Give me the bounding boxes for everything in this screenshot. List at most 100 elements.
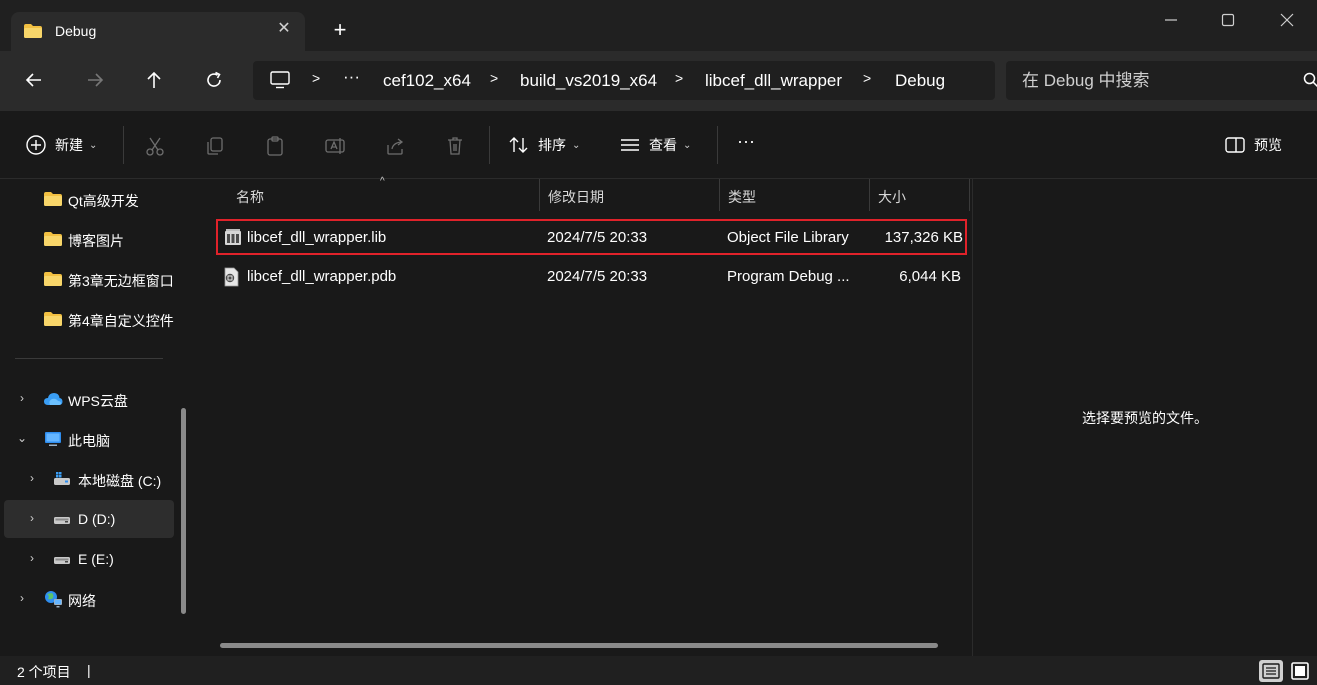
horizontal-scrollbar[interactable] (220, 643, 942, 648)
sort-button[interactable]: 排序 ⌄ (508, 133, 580, 157)
column-separator[interactable] (969, 179, 970, 211)
search-input[interactable] (1022, 69, 1292, 93)
preview-pane-button[interactable]: 预览 (1224, 133, 1282, 157)
close-icon[interactable]: ✕ (277, 21, 291, 37)
sidebar-item-chapter4[interactable]: 第4章自定义控件 (4, 300, 174, 338)
sidebar-item-this-pc[interactable]: ⌄ 此电脑 (4, 420, 174, 458)
toolbar-divider (489, 126, 490, 164)
breadcrumb-cef102-x64[interactable]: cef102_x64 (383, 71, 471, 91)
drive-icon (54, 517, 70, 524)
network-icon (45, 591, 62, 608)
forward-arrow-icon[interactable] (84, 69, 106, 91)
horizontal-scrollbar-thumb[interactable] (220, 643, 938, 648)
more-options-button[interactable]: ··· (737, 129, 755, 153)
chevron-right-icon[interactable]: › (16, 592, 28, 604)
column-header-size[interactable]: 大小 (870, 179, 968, 211)
details-view-icon[interactable] (1259, 660, 1283, 682)
breadcrumb-separator: > (863, 70, 872, 86)
preview-message: 选择要预览的文件。 (1082, 410, 1208, 426)
view-button[interactable]: 查看 ⌄ (619, 133, 691, 157)
file-type: Object File Library (727, 229, 849, 246)
status-separator: | (87, 662, 91, 678)
chevron-down-icon: ⌄ (572, 139, 581, 151)
new-button[interactable]: 新建 ⌄ (25, 133, 97, 157)
chevron-right-icon[interactable]: › (26, 512, 38, 524)
tab-debug[interactable]: Debug ✕ (11, 12, 305, 51)
toolbar-divider (717, 126, 718, 164)
view-label: 查看 (649, 137, 677, 153)
maximize-icon[interactable] (1217, 9, 1239, 31)
address-bar[interactable]: > ··· cef102_x64 > build_vs2019_x64 > li… (253, 61, 995, 100)
preview-pane: 选择要预览的文件。 (972, 179, 1317, 656)
refresh-icon[interactable] (203, 69, 225, 91)
sidebar-item-label: 此电脑 (68, 433, 110, 449)
sidebar-item-chapter3[interactable]: 第3章无边框窗口 (4, 260, 174, 298)
chevron-right-icon[interactable]: › (26, 552, 38, 564)
chevron-down-icon: ⌄ (683, 139, 692, 151)
cut-icon[interactable] (144, 135, 166, 157)
sidebar-scrollbar[interactable] (181, 408, 186, 614)
tiles-view-icon[interactable] (1288, 660, 1312, 682)
window-close-icon[interactable] (1276, 9, 1298, 31)
sort-icon (509, 137, 528, 153)
folder-icon (44, 192, 62, 206)
search-icon[interactable] (1303, 72, 1317, 88)
sidebar-item-blog-images[interactable]: 博客图片 (4, 220, 174, 258)
view-list-icon (621, 139, 639, 151)
back-arrow-icon[interactable] (23, 69, 45, 91)
sidebar-item-wps-cloud[interactable]: › WPS云盘 (4, 380, 174, 418)
breadcrumb-build-vs2019-x64[interactable]: build_vs2019_x64 (520, 71, 657, 91)
rename-icon[interactable] (324, 135, 346, 157)
sidebar-item-label: 第4章自定义控件 (68, 313, 174, 329)
copy-icon[interactable] (204, 135, 226, 157)
new-tab-button[interactable]: + (328, 19, 352, 41)
sidebar-item-drive-e[interactable]: › E (E:) (4, 540, 174, 578)
column-header-type[interactable]: 类型 (720, 179, 868, 211)
cloud-icon (44, 393, 63, 405)
system-drive-icon (54, 472, 70, 485)
table-row[interactable]: libcef_dll_wrapper.pdb 2024/7/5 20:33 Pr… (216, 260, 967, 296)
chevron-right-icon[interactable]: › (16, 392, 28, 404)
new-label: 新建 (55, 137, 83, 153)
sidebar-item-qt-advanced[interactable]: Qt高级开发 (4, 180, 174, 218)
command-bar: 新建 ⌄ 排序 ⌄ 查看 ⌄ ··· 预览 (0, 110, 1317, 179)
chevron-down-icon: ⌄ (89, 139, 98, 151)
sidebar-item-label: 第3章无边框窗口 (68, 273, 174, 289)
share-icon[interactable] (384, 135, 406, 157)
file-size: 137,326 KB (884, 229, 963, 246)
file-name: libcef_dll_wrapper.lib (247, 229, 387, 246)
breadcrumb-separator: > (675, 70, 684, 86)
table-row[interactable]: libcef_dll_wrapper.lib 2024/7/5 20:33 Ob… (216, 219, 967, 255)
navigation-pane: Qt高级开发 博客图片 第3章无边框窗口 第4章自定义控件 › WPS云盘 ⌄ … (0, 179, 196, 656)
sidebar-item-label: 博客图片 (68, 233, 124, 249)
file-name: libcef_dll_wrapper.pdb (247, 268, 397, 285)
library-file-icon (225, 229, 241, 245)
debug-file-icon (224, 267, 239, 287)
file-size: 6,044 KB (899, 268, 961, 285)
plus-circle-icon (26, 135, 46, 155)
folder-icon (44, 312, 62, 326)
sidebar-item-label: 本地磁盘 (C:) (78, 473, 162, 489)
item-count: 2 个项目 (17, 664, 71, 680)
breadcrumb-separator: > (490, 70, 499, 86)
paste-icon[interactable] (264, 135, 286, 157)
sidebar-item-label: 网络 (68, 593, 96, 609)
delete-icon[interactable] (444, 135, 466, 157)
sidebar-item-label: D (D:) (78, 511, 116, 527)
sidebar-item-drive-d[interactable]: › D (D:) (4, 500, 174, 538)
sidebar-divider (15, 358, 163, 359)
chevron-down-icon[interactable]: ⌄ (16, 432, 28, 444)
toolbar-divider (123, 126, 124, 164)
minimize-icon[interactable] (1160, 9, 1182, 31)
breadcrumb-overflow[interactable]: ··· (343, 67, 360, 87)
breadcrumb-debug[interactable]: Debug (895, 71, 945, 91)
sidebar-item-network[interactable]: › 网络 (4, 580, 174, 618)
folder-icon (44, 272, 62, 286)
navigation-bar: > ··· cef102_x64 > build_vs2019_x64 > li… (0, 51, 1317, 110)
column-header-name[interactable]: 名称 (228, 179, 538, 211)
sidebar-item-local-disk-c[interactable]: › 本地磁盘 (C:) (4, 460, 174, 498)
column-header-date[interactable]: 修改日期 (540, 179, 718, 211)
breadcrumb-libcef-dll-wrapper[interactable]: libcef_dll_wrapper (705, 71, 842, 91)
chevron-right-icon[interactable]: › (26, 472, 38, 484)
up-arrow-icon[interactable] (143, 69, 165, 91)
